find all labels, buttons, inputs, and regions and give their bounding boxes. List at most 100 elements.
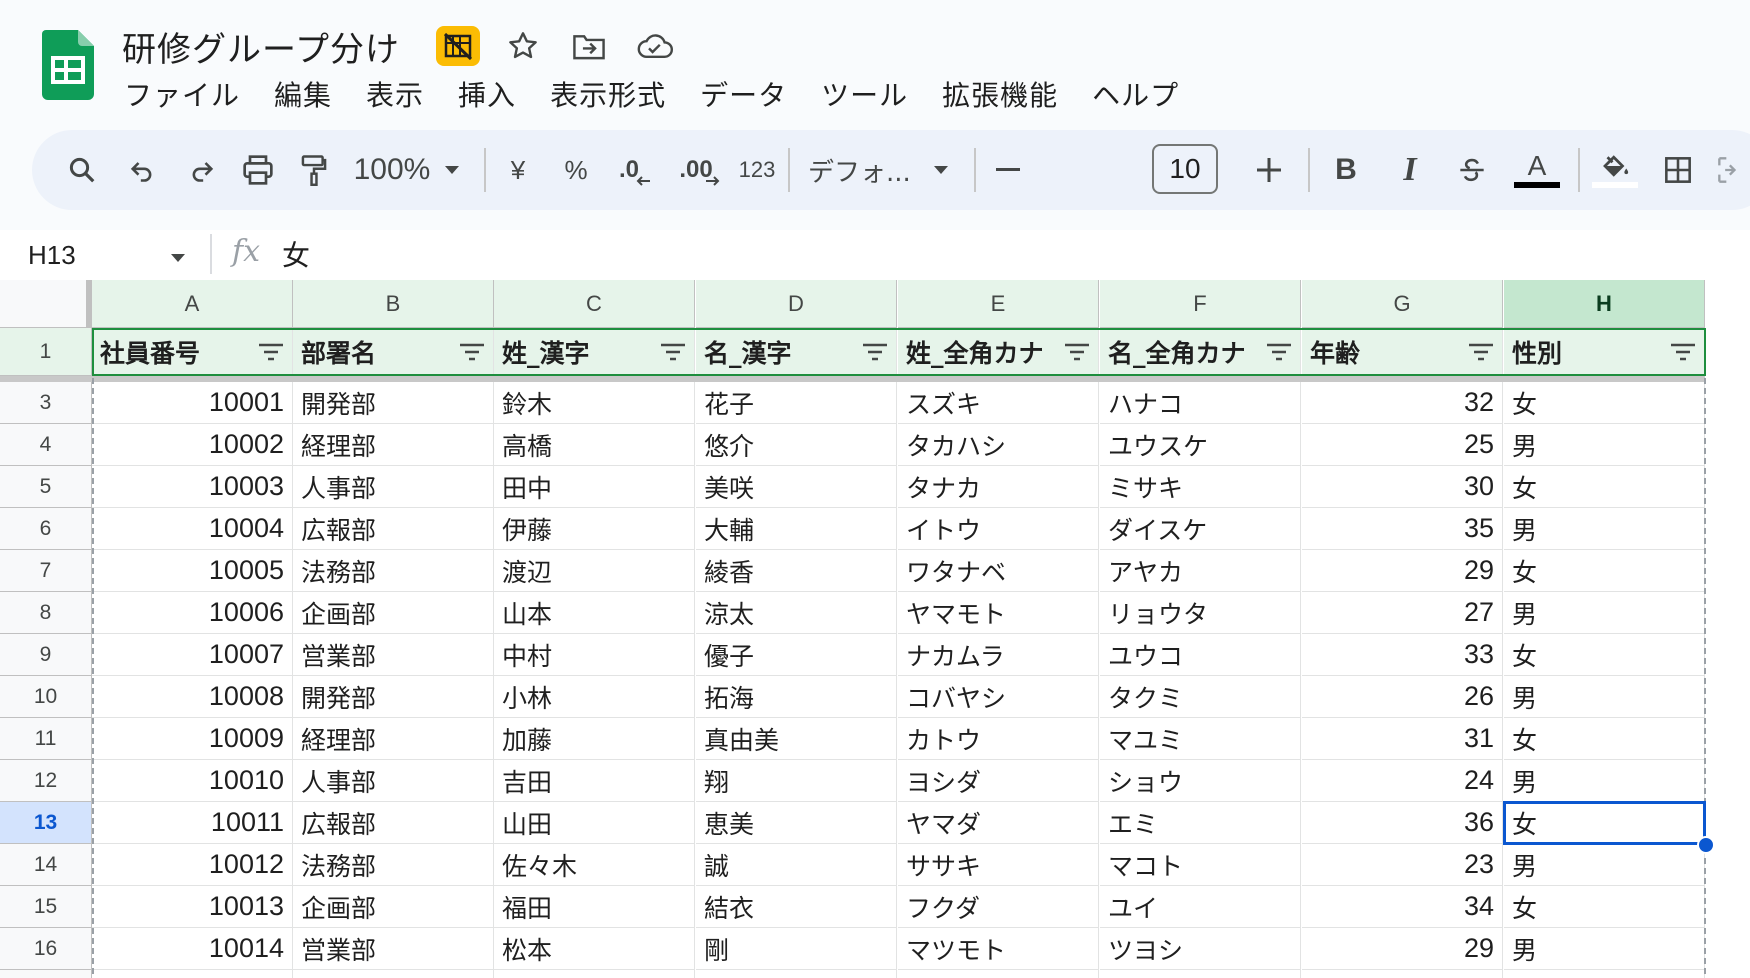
table-cell[interactable]: 36 bbox=[1302, 802, 1503, 844]
row-header[interactable]: 10 bbox=[0, 676, 92, 718]
table-cell[interactable]: 10008 bbox=[92, 676, 293, 718]
table-cell[interactable]: 経理部 bbox=[293, 718, 494, 760]
increase-decimal-button[interactable]: .00 bbox=[672, 130, 728, 210]
column-title-cell[interactable]: 名_全角カナ bbox=[1100, 328, 1301, 376]
table-cell[interactable]: 翔 bbox=[696, 760, 897, 802]
table-cell[interactable]: ササキ bbox=[898, 844, 1099, 886]
menu-extensions[interactable]: 拡張機能 bbox=[942, 74, 1058, 114]
column-title-cell[interactable]: 姓_漢字 bbox=[494, 328, 695, 376]
filter-icon[interactable] bbox=[459, 343, 485, 361]
table-cell[interactable]: 男 bbox=[1504, 760, 1705, 802]
filter-icon[interactable] bbox=[1670, 343, 1696, 361]
table-cell[interactable]: 女 bbox=[1504, 802, 1705, 844]
table-cell[interactable]: ハナコ bbox=[1100, 382, 1301, 424]
table-cell[interactable]: 莉花 bbox=[696, 970, 897, 978]
table-cell[interactable]: 福田 bbox=[494, 886, 695, 928]
row-header[interactable]: 15 bbox=[0, 886, 92, 928]
table-cell[interactable]: ヤマモト bbox=[898, 592, 1099, 634]
table-cell[interactable]: ダイスケ bbox=[1100, 508, 1301, 550]
table-cell[interactable]: 女 bbox=[1504, 466, 1705, 508]
formula-input[interactable]: 女 bbox=[282, 234, 310, 274]
row-header-1[interactable]: 1 bbox=[0, 328, 92, 376]
table-cell[interactable]: 人事部 bbox=[293, 760, 494, 802]
menu-edit[interactable]: 編集 bbox=[274, 74, 332, 114]
table-cell[interactable]: 伊藤 bbox=[494, 508, 695, 550]
font-chevron-down-icon[interactable] bbox=[926, 130, 956, 210]
table-cell[interactable]: 花子 bbox=[696, 382, 897, 424]
table-cell[interactable]: 26 bbox=[1302, 676, 1503, 718]
column-title-cell[interactable]: 部署名 bbox=[293, 328, 494, 376]
table-cell[interactable]: コバヤシ bbox=[898, 676, 1099, 718]
table-cell[interactable]: タクミ bbox=[1100, 676, 1301, 718]
table-cell[interactable]: 10014 bbox=[92, 928, 293, 970]
zoom-select[interactable]: 100% bbox=[352, 130, 432, 210]
table-cell[interactable]: 開発部 bbox=[293, 382, 494, 424]
table-cell[interactable]: 29 bbox=[1302, 550, 1503, 592]
table-cell[interactable]: ショウ bbox=[1100, 760, 1301, 802]
table-cell[interactable]: マユミ bbox=[1100, 718, 1301, 760]
table-cell[interactable]: 10012 bbox=[92, 844, 293, 886]
table-cell[interactable]: イノウエ bbox=[898, 970, 1099, 978]
table-cell[interactable]: 女 bbox=[1504, 886, 1705, 928]
table-cell[interactable]: 優子 bbox=[696, 634, 897, 676]
menu-tools[interactable]: ツール bbox=[821, 74, 908, 114]
column-title-cell[interactable]: 姓_全角カナ bbox=[898, 328, 1099, 376]
table-cell[interactable]: ミサキ bbox=[1100, 466, 1301, 508]
table-cell[interactable]: 佐々木 bbox=[494, 844, 695, 886]
table-cell[interactable]: 広報部 bbox=[293, 802, 494, 844]
table-cell[interactable]: 10005 bbox=[92, 550, 293, 592]
row-header[interactable]: 13 bbox=[0, 802, 92, 844]
table-cell[interactable]: 綾香 bbox=[696, 550, 897, 592]
table-cell[interactable]: ヨシダ bbox=[898, 760, 1099, 802]
row-header[interactable]: 8 bbox=[0, 592, 92, 634]
table-cell[interactable]: 松本 bbox=[494, 928, 695, 970]
table-cell[interactable]: 開発部 bbox=[293, 676, 494, 718]
table-cell[interactable]: 山田 bbox=[494, 802, 695, 844]
menu-file[interactable]: ファイル bbox=[124, 74, 240, 114]
table-cell[interactable]: 女 bbox=[1504, 634, 1705, 676]
cloud-saved-icon[interactable] bbox=[632, 24, 678, 68]
print-icon[interactable] bbox=[236, 130, 280, 210]
menu-format[interactable]: 表示形式 bbox=[550, 74, 666, 114]
column-header-e[interactable]: E bbox=[898, 280, 1099, 328]
column-title-cell[interactable]: 社員番号 bbox=[92, 328, 293, 376]
table-cell[interactable]: ワタナベ bbox=[898, 550, 1099, 592]
column-title-cell[interactable]: 性別 bbox=[1504, 328, 1705, 376]
table-cell[interactable]: イトウ bbox=[898, 508, 1099, 550]
table-cell[interactable]: タナカ bbox=[898, 466, 1099, 508]
column-title-cell[interactable]: 年齢 bbox=[1302, 328, 1503, 376]
table-cell[interactable]: 真由美 bbox=[696, 718, 897, 760]
decrease-decimal-button[interactable]: .0 bbox=[610, 130, 660, 210]
filter-icon[interactable] bbox=[1468, 343, 1494, 361]
move-to-folder-icon[interactable] bbox=[566, 24, 612, 68]
row-header[interactable]: 6 bbox=[0, 508, 92, 550]
table-cell[interactable]: 10004 bbox=[92, 508, 293, 550]
table-cell[interactable]: 山本 bbox=[494, 592, 695, 634]
row-header[interactable]: 17 bbox=[0, 970, 92, 978]
table-cell[interactable]: 35 bbox=[1302, 508, 1503, 550]
table-cell[interactable]: 渡辺 bbox=[494, 550, 695, 592]
table-cell[interactable]: 10003 bbox=[92, 466, 293, 508]
table-cell[interactable]: 企画部 bbox=[293, 592, 494, 634]
name-box[interactable]: H13 bbox=[28, 240, 76, 271]
more-formats-button[interactable]: 123 bbox=[732, 130, 782, 210]
table-cell[interactable]: 法務部 bbox=[293, 844, 494, 886]
table-cell[interactable]: マツモト bbox=[898, 928, 1099, 970]
table-cell[interactable]: ユウコ bbox=[1100, 634, 1301, 676]
filter-icon[interactable] bbox=[660, 343, 686, 361]
table-cell[interactable]: 経理部 bbox=[293, 424, 494, 466]
font-size-input[interactable]: 10 bbox=[1152, 144, 1218, 194]
name-box-chevron-down-icon[interactable] bbox=[170, 248, 186, 267]
row-header[interactable]: 4 bbox=[0, 424, 92, 466]
table-cell[interactable]: 10002 bbox=[92, 424, 293, 466]
column-header-h[interactable]: H bbox=[1504, 280, 1705, 328]
redo-icon[interactable] bbox=[182, 130, 222, 210]
fill-color-icon[interactable] bbox=[1590, 130, 1640, 210]
table-cell[interactable]: 剛 bbox=[696, 928, 897, 970]
table-cell[interactable]: エミ bbox=[1100, 802, 1301, 844]
column-header-g[interactable]: G bbox=[1302, 280, 1503, 328]
document-title[interactable]: 研修グループ分け bbox=[122, 22, 400, 71]
table-cell[interactable]: 10013 bbox=[92, 886, 293, 928]
row-header[interactable]: 5 bbox=[0, 466, 92, 508]
table-cell[interactable]: 男 bbox=[1504, 676, 1705, 718]
